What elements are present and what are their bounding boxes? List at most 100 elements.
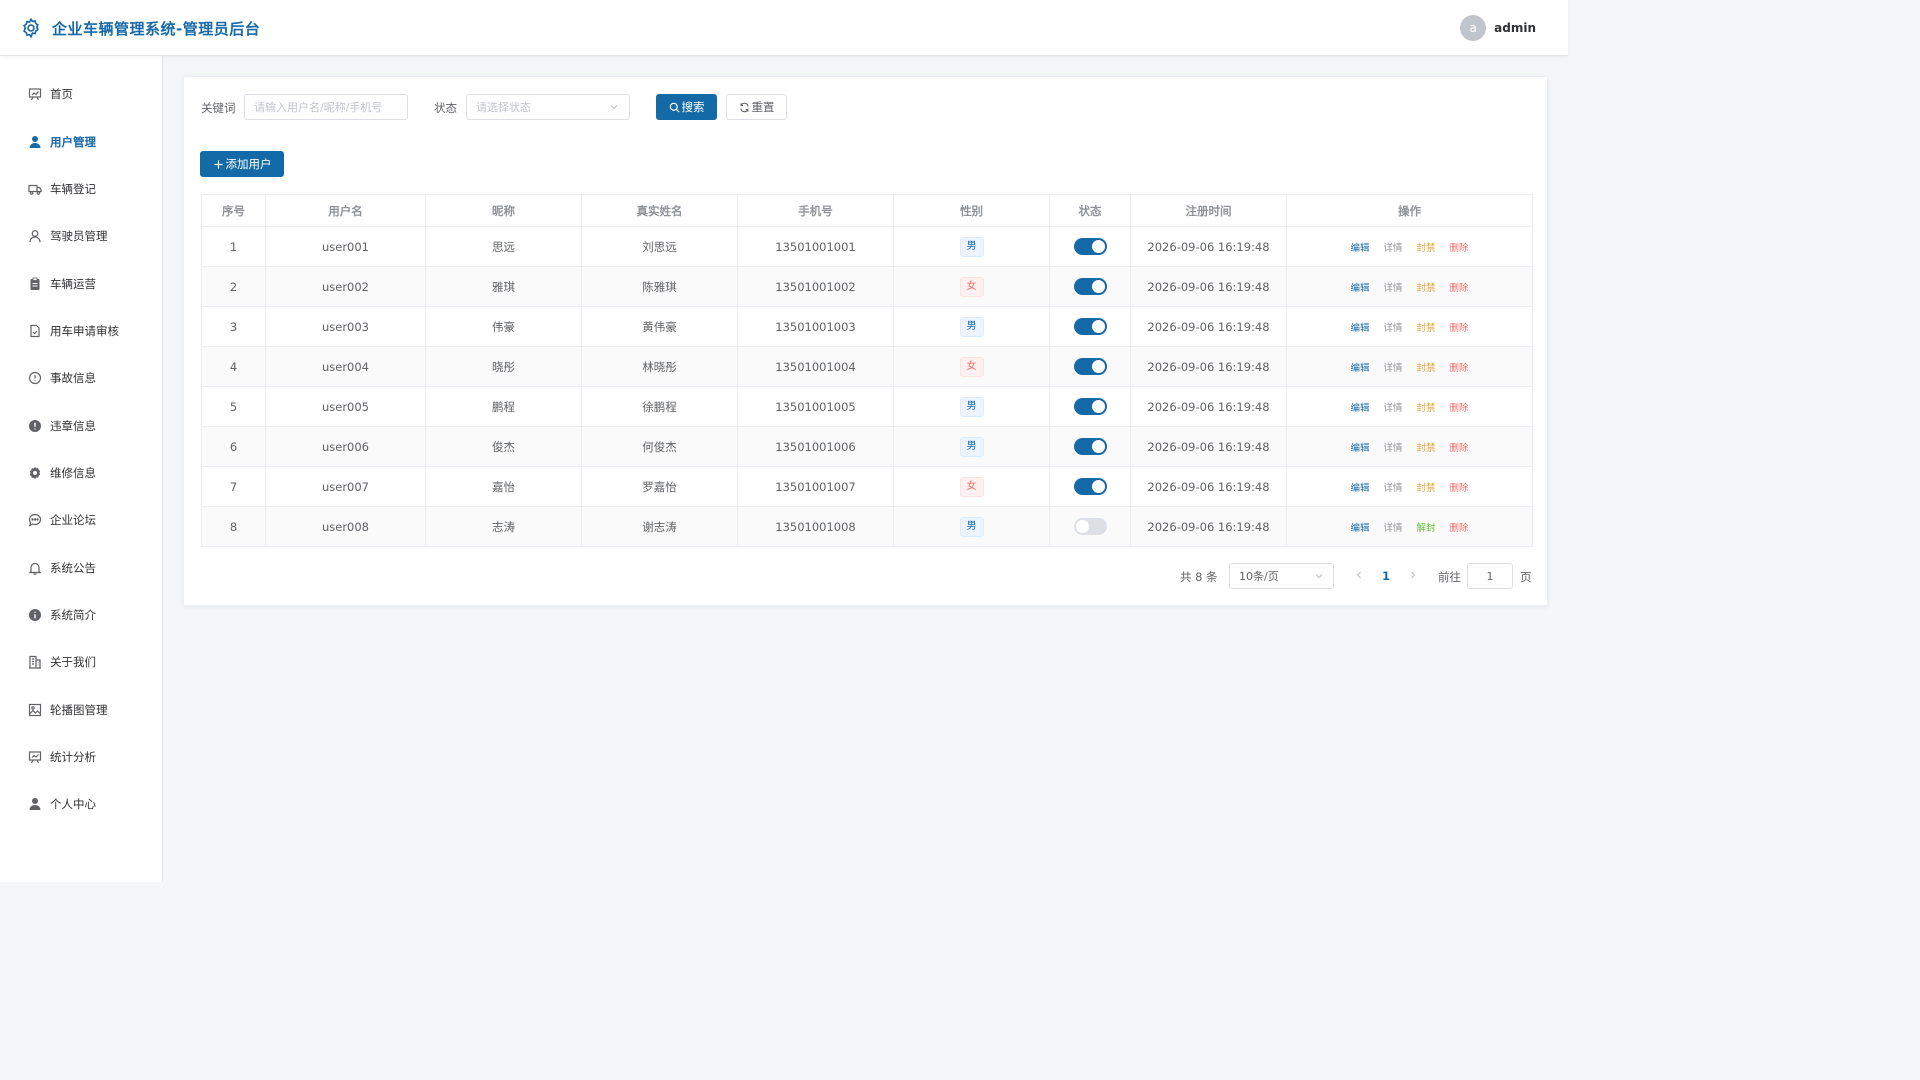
detail-button[interactable]: 详情: [1383, 283, 1402, 294]
delete-button[interactable]: 删除: [1450, 323, 1469, 334]
sidebar-item-label: 企业论坛: [50, 513, 96, 527]
sidebar-item-drivers[interactable]: 驾驶员管理: [28, 226, 108, 246]
add-user-button[interactable]: 添加用户: [200, 151, 284, 177]
cell-gender: 女: [893, 346, 1050, 387]
edit-button[interactable]: 编辑: [1350, 323, 1369, 334]
ban-button[interactable]: 封禁: [1417, 243, 1436, 254]
cell-nickname: 嘉怡: [425, 466, 582, 507]
delete-button[interactable]: 删除: [1450, 403, 1469, 414]
page-number-current[interactable]: 1: [1382, 569, 1390, 583]
detail-button[interactable]: 详情: [1383, 403, 1402, 414]
cell-username: user005: [265, 386, 426, 427]
sidebar-item-accidents[interactable]: 事故信息: [28, 368, 96, 388]
sidebar-item-system-intro[interactable]: 系统简介: [28, 605, 96, 625]
search-icon: [669, 102, 680, 113]
username[interactable]: admin: [1494, 21, 1536, 35]
gear-icon: [28, 466, 42, 480]
ban-button[interactable]: 封禁: [1417, 443, 1436, 454]
delete-button[interactable]: 删除: [1450, 283, 1469, 294]
prev-page-button[interactable]: [1354, 569, 1364, 583]
sidebar-item-maintenance[interactable]: 维修信息: [28, 463, 96, 483]
ban-button[interactable]: 封禁: [1417, 403, 1436, 414]
delete-button[interactable]: 删除: [1450, 443, 1469, 454]
chat-bubble-icon: [28, 513, 42, 527]
detail-button[interactable]: 详情: [1383, 243, 1402, 254]
edit-button[interactable]: 编辑: [1350, 243, 1369, 254]
sidebar-item-profile[interactable]: 个人中心: [28, 794, 96, 814]
detail-button[interactable]: 详情: [1383, 443, 1402, 454]
next-page-button[interactable]: [1408, 569, 1418, 583]
search-button[interactable]: 搜索: [656, 94, 717, 120]
sidebar-item-statistics[interactable]: 统计分析: [28, 747, 96, 767]
ban-button[interactable]: 封禁: [1417, 363, 1436, 374]
cell-actions: 编辑 详情 解封 删除: [1286, 506, 1533, 547]
edit-button[interactable]: 编辑: [1350, 523, 1369, 534]
status-toggle[interactable]: [1073, 438, 1107, 455]
reset-button[interactable]: 重置: [726, 94, 787, 120]
sidebar-item-announcements[interactable]: 系统公告: [28, 558, 96, 578]
status-toggle[interactable]: [1073, 518, 1107, 535]
cell-realname: 陈雅琪: [581, 266, 738, 307]
picture-icon: [28, 703, 42, 717]
sidebar-item-about[interactable]: 关于我们: [28, 652, 96, 672]
edit-button[interactable]: 编辑: [1350, 483, 1369, 494]
sidebar-item-label: 驾驶员管理: [50, 229, 108, 243]
sidebar-item-application-review[interactable]: 用车申请审核: [28, 321, 119, 341]
sidebar-item-label: 系统简介: [50, 608, 96, 622]
gender-tag: 男: [959, 236, 984, 257]
brand: 企业车辆管理系统-管理员后台: [20, 17, 260, 39]
delete-button[interactable]: 删除: [1450, 483, 1469, 494]
detail-button[interactable]: 详情: [1383, 523, 1402, 534]
status-toggle[interactable]: [1073, 318, 1107, 335]
cell-realname: 徐鹏程: [581, 386, 738, 427]
delete-button[interactable]: 删除: [1450, 523, 1469, 534]
toggle-knob: [1091, 400, 1105, 413]
ban-button[interactable]: 封禁: [1417, 323, 1436, 334]
status-toggle[interactable]: [1073, 358, 1107, 375]
cell-nickname: 雅琪: [425, 266, 582, 307]
cell-username: user008: [265, 506, 426, 547]
sidebar-item-forum[interactable]: 企业论坛: [28, 510, 96, 530]
detail-button[interactable]: 详情: [1383, 363, 1402, 374]
sidebar-item-users[interactable]: 用户管理: [28, 132, 96, 152]
edit-button[interactable]: 编辑: [1350, 363, 1369, 374]
detail-button[interactable]: 详情: [1383, 483, 1402, 494]
edit-button[interactable]: 编辑: [1350, 283, 1369, 294]
gender-tag: 男: [959, 436, 984, 457]
keyword-search-input[interactable]: 请输入用户名/昵称/手机号: [244, 94, 408, 120]
edit-button[interactable]: 编辑: [1350, 443, 1369, 454]
sidebar-item-operations[interactable]: 车辆运营: [28, 274, 96, 294]
cell-index: 5: [201, 386, 266, 427]
sidebar-item-label: 车辆运营: [50, 277, 96, 291]
cell-actions: 编辑 详情 封禁 删除: [1286, 226, 1533, 267]
delete-button[interactable]: 删除: [1450, 363, 1469, 374]
chart-board-icon: [28, 87, 42, 101]
chevron-left-icon: [1356, 571, 1361, 579]
cell-username: user004: [265, 346, 426, 387]
ban-button[interactable]: 封禁: [1417, 483, 1436, 494]
status-toggle[interactable]: [1073, 478, 1107, 495]
sidebar-item-vehicle-register[interactable]: 车辆登记: [28, 179, 96, 199]
cell-actions: 编辑 详情 封禁 删除: [1286, 346, 1533, 387]
reset-button-label: 重置: [751, 100, 775, 114]
status-toggle[interactable]: [1073, 398, 1107, 415]
cell-realname: 何俊杰: [581, 426, 738, 467]
user-menu[interactable]: a admin: [1460, 15, 1536, 41]
cell-actions: 编辑 详情 封禁 删除: [1286, 426, 1533, 467]
cell-gender: 男: [893, 506, 1050, 547]
status-toggle[interactable]: [1073, 238, 1107, 255]
sidebar-item-carousel[interactable]: 轮播图管理: [28, 700, 108, 720]
edit-button[interactable]: 编辑: [1350, 403, 1369, 414]
sidebar-item-home[interactable]: 首页: [28, 84, 73, 104]
delete-button[interactable]: 删除: [1450, 243, 1469, 254]
cell-registered: 2026-09-06 16:19:48: [1130, 226, 1287, 267]
status-select[interactable]: 请选择状态: [466, 94, 630, 120]
avatar[interactable]: a: [1460, 15, 1487, 41]
status-toggle[interactable]: [1073, 278, 1107, 295]
detail-button[interactable]: 详情: [1383, 323, 1402, 334]
sidebar-item-violations[interactable]: 违章信息: [28, 416, 96, 436]
goto-page-input[interactable]: 1: [1467, 563, 1513, 589]
unban-button[interactable]: 解封: [1417, 523, 1436, 534]
ban-button[interactable]: 封禁: [1417, 283, 1436, 294]
page-size-select[interactable]: 10条/页: [1229, 563, 1334, 589]
